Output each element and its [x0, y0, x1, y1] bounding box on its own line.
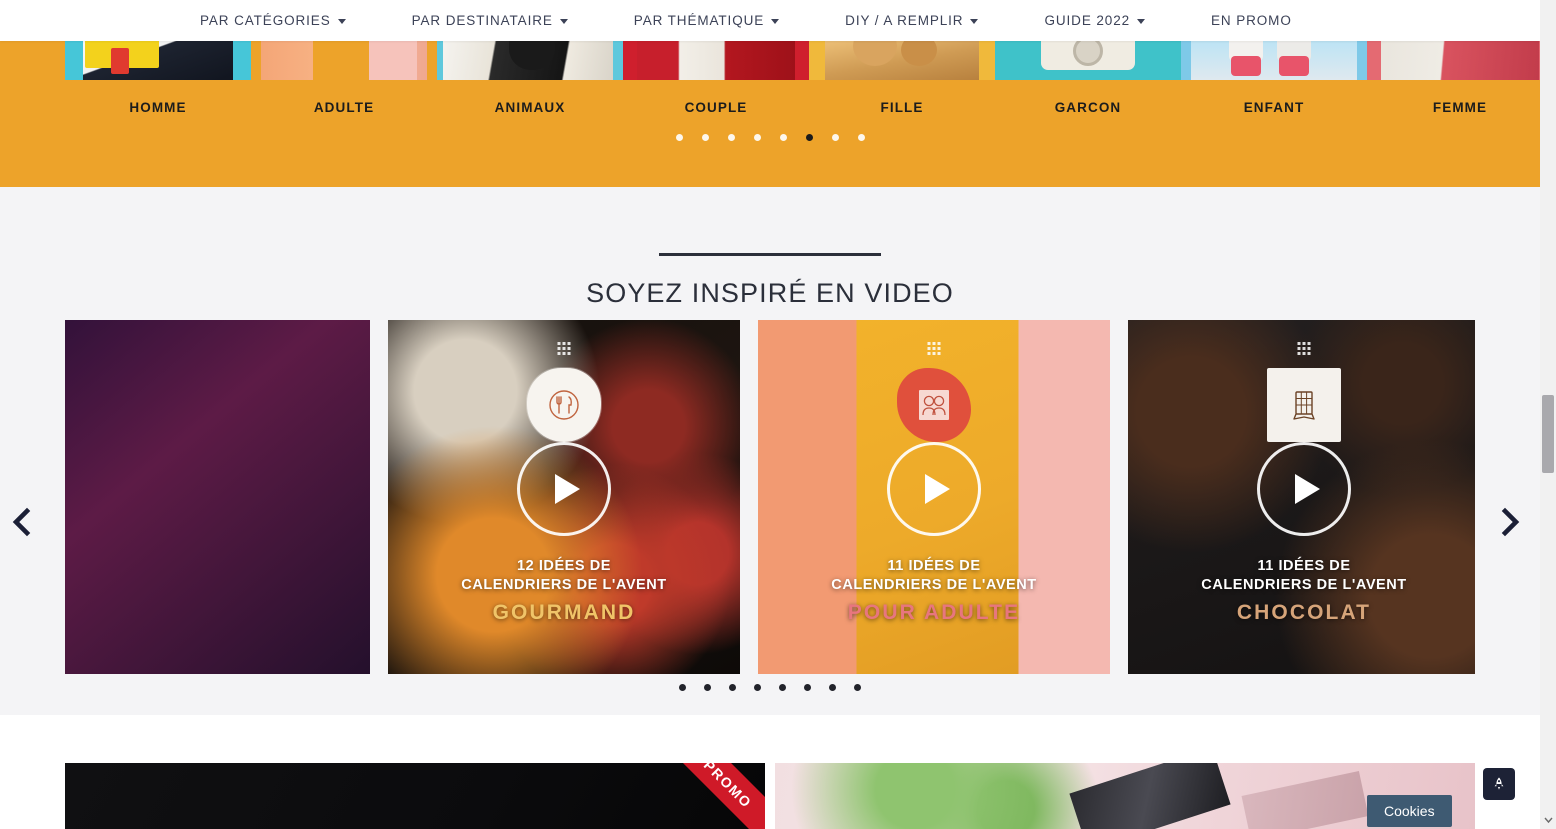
category-item-label: FILLE	[880, 100, 924, 115]
video-caption-line3: CHOCOLAT	[1236, 601, 1372, 625]
category-item-label: ENFANT	[1243, 100, 1305, 115]
section-divider	[659, 253, 881, 256]
play-icon	[925, 474, 950, 504]
nav-item-label: PAR THÉMATIQUE	[633, 13, 765, 28]
main-navigation: PAR CATÉGORIES PAR DESTINATAIRE PAR THÉM…	[0, 0, 1540, 41]
page-title: SOYEZ INSPIRÉ EN VIDEO	[586, 278, 954, 308]
cookies-label: Cookies	[1384, 803, 1435, 819]
play-button[interactable]	[887, 442, 981, 536]
nav-item-par-destinataire[interactable]: PAR DESTINATAIRE	[412, 13, 568, 28]
chevron-down-icon	[559, 19, 568, 24]
nav-item-par-categories[interactable]: PAR CATÉGORIES	[200, 13, 346, 28]
rocket-icon	[1494, 777, 1504, 790]
chevron-down-icon	[771, 19, 780, 24]
bottom-banner-area: PROMO	[0, 715, 1540, 829]
nav-items: PAR CATÉGORIES PAR DESTINATAIRE PAR THÉM…	[200, 13, 1292, 28]
video-card-partial[interactable]	[65, 320, 370, 674]
category-dot-1[interactable]	[675, 134, 683, 141]
category-carousel-dots	[0, 134, 1540, 141]
cutlery-icon	[549, 390, 579, 420]
carousel-next-button[interactable]	[1498, 507, 1524, 537]
chevron-down-icon	[970, 19, 979, 24]
nav-item-label: GUIDE 2022	[1044, 13, 1131, 28]
category-item-label: FEMME	[1432, 100, 1488, 115]
category-dot-5[interactable]	[779, 134, 787, 141]
badge-cutlery	[527, 368, 601, 442]
video-carousel-viewport: 12 IDÉES DE CALENDRIERS DE L'AVENT GOURM…	[65, 320, 1475, 674]
nav-item-guide-2022[interactable]: GUIDE 2022	[1044, 13, 1146, 28]
category-dot-3[interactable]	[727, 134, 735, 141]
nav-item-diy-a-remplir[interactable]: DIY / A REMPLIR	[845, 13, 979, 28]
category-item-label: COUPLE	[684, 100, 748, 115]
badge-couple	[897, 368, 971, 442]
video-caption: 11 IDÉES DE CALENDRIERS DE L'AVENT POUR …	[758, 557, 1110, 627]
chevron-down-icon	[337, 19, 346, 24]
video-card-gourmand[interactable]: 12 IDÉES DE CALENDRIERS DE L'AVENT GOURM…	[388, 320, 740, 674]
scrollbar-down-button[interactable]	[1540, 812, 1556, 829]
video-caption-line3: GOURMAND	[492, 601, 636, 625]
chocolate-bar-icon	[1293, 391, 1315, 420]
video-card-pour-adulte[interactable]: 11 IDÉES DE CALENDRIERS DE L'AVENT POUR …	[758, 320, 1110, 674]
video-dot-3[interactable]	[729, 684, 736, 691]
couple-icon	[919, 390, 949, 420]
play-button[interactable]	[1257, 442, 1351, 536]
video-caption-line3: POUR ADULTE	[847, 601, 1021, 625]
video-caption: 11 IDÉES DE CALENDRIERS DE L'AVENT CHOCO…	[1128, 557, 1475, 627]
cookies-banner[interactable]: Cookies	[1367, 795, 1452, 827]
chevron-down-icon	[1543, 817, 1553, 824]
drag-handle-icon[interactable]	[1297, 342, 1311, 355]
play-button[interactable]	[517, 442, 611, 536]
category-dot-7[interactable]	[831, 134, 839, 141]
play-icon	[555, 474, 580, 504]
video-inspiration-section: SOYEZ INSPIRÉ EN VIDEO 12 IDÉES DE CALEN…	[0, 187, 1540, 715]
video-dot-5[interactable]	[779, 684, 786, 691]
video-card-chocolat[interactable]: 11 IDÉES DE CALENDRIERS DE L'AVENT CHOCO…	[1128, 320, 1475, 674]
video-caption: 12 IDÉES DE CALENDRIERS DE L'AVENT GOURM…	[388, 557, 740, 627]
video-dot-6[interactable]	[804, 684, 811, 691]
nav-item-label: PAR CATÉGORIES	[200, 13, 331, 28]
page-scrollbar[interactable]	[1540, 0, 1556, 829]
video-caption-line1: 11 IDÉES DE	[887, 558, 981, 574]
category-item-label: ADULTE	[313, 100, 375, 115]
video-dot-1[interactable]	[679, 684, 686, 691]
chevron-left-icon	[12, 507, 31, 537]
nav-item-par-thematique[interactable]: PAR THÉMATIQUE	[633, 13, 780, 28]
drag-handle-icon[interactable]	[927, 342, 941, 355]
video-caption-line2: CALENDRIERS DE L'AVENT	[831, 577, 1037, 594]
category-dot-4[interactable]	[753, 134, 761, 141]
video-dot-2[interactable]	[704, 684, 711, 691]
nav-item-en-promo[interactable]: EN PROMO	[1211, 13, 1292, 28]
video-caption-line1: 12 IDÉES DE	[517, 558, 611, 574]
category-dot-2[interactable]	[701, 134, 709, 141]
chevron-right-icon	[1501, 507, 1520, 537]
video-carousel-dots	[0, 684, 1540, 691]
category-item-label: HOMME	[129, 100, 187, 115]
video-dot-8[interactable]	[854, 684, 861, 691]
video-dot-7[interactable]	[829, 684, 836, 691]
play-icon	[1295, 474, 1320, 504]
drag-handle-icon[interactable]	[557, 342, 571, 355]
badge-chocolate	[1267, 368, 1341, 442]
scroll-to-top-button[interactable]	[1483, 768, 1515, 800]
video-caption-line2: CALENDRIERS DE L'AVENT	[461, 577, 667, 594]
chevron-down-icon	[1137, 19, 1146, 24]
nav-item-label: DIY / A REMPLIR	[845, 13, 964, 28]
category-item-label: ANIMAUX	[494, 100, 566, 115]
video-caption-line2: CALENDRIERS DE L'AVENT	[1201, 577, 1407, 594]
carousel-prev-button[interactable]	[8, 507, 34, 537]
video-caption-line1: 11 IDÉES DE	[1257, 558, 1351, 574]
category-item-label: GARCON	[1054, 100, 1122, 115]
nav-item-label: EN PROMO	[1211, 13, 1292, 28]
scrollbar-thumb[interactable]	[1542, 395, 1554, 473]
video-carousel-track: 12 IDÉES DE CALENDRIERS DE L'AVENT GOURM…	[65, 320, 1475, 674]
promo-banner-left[interactable]: PROMO	[65, 763, 765, 829]
category-dot-8[interactable]	[857, 134, 865, 141]
nav-item-label: PAR DESTINATAIRE	[411, 13, 553, 28]
category-dot-6[interactable]	[805, 134, 813, 141]
video-dot-4[interactable]	[754, 684, 761, 691]
